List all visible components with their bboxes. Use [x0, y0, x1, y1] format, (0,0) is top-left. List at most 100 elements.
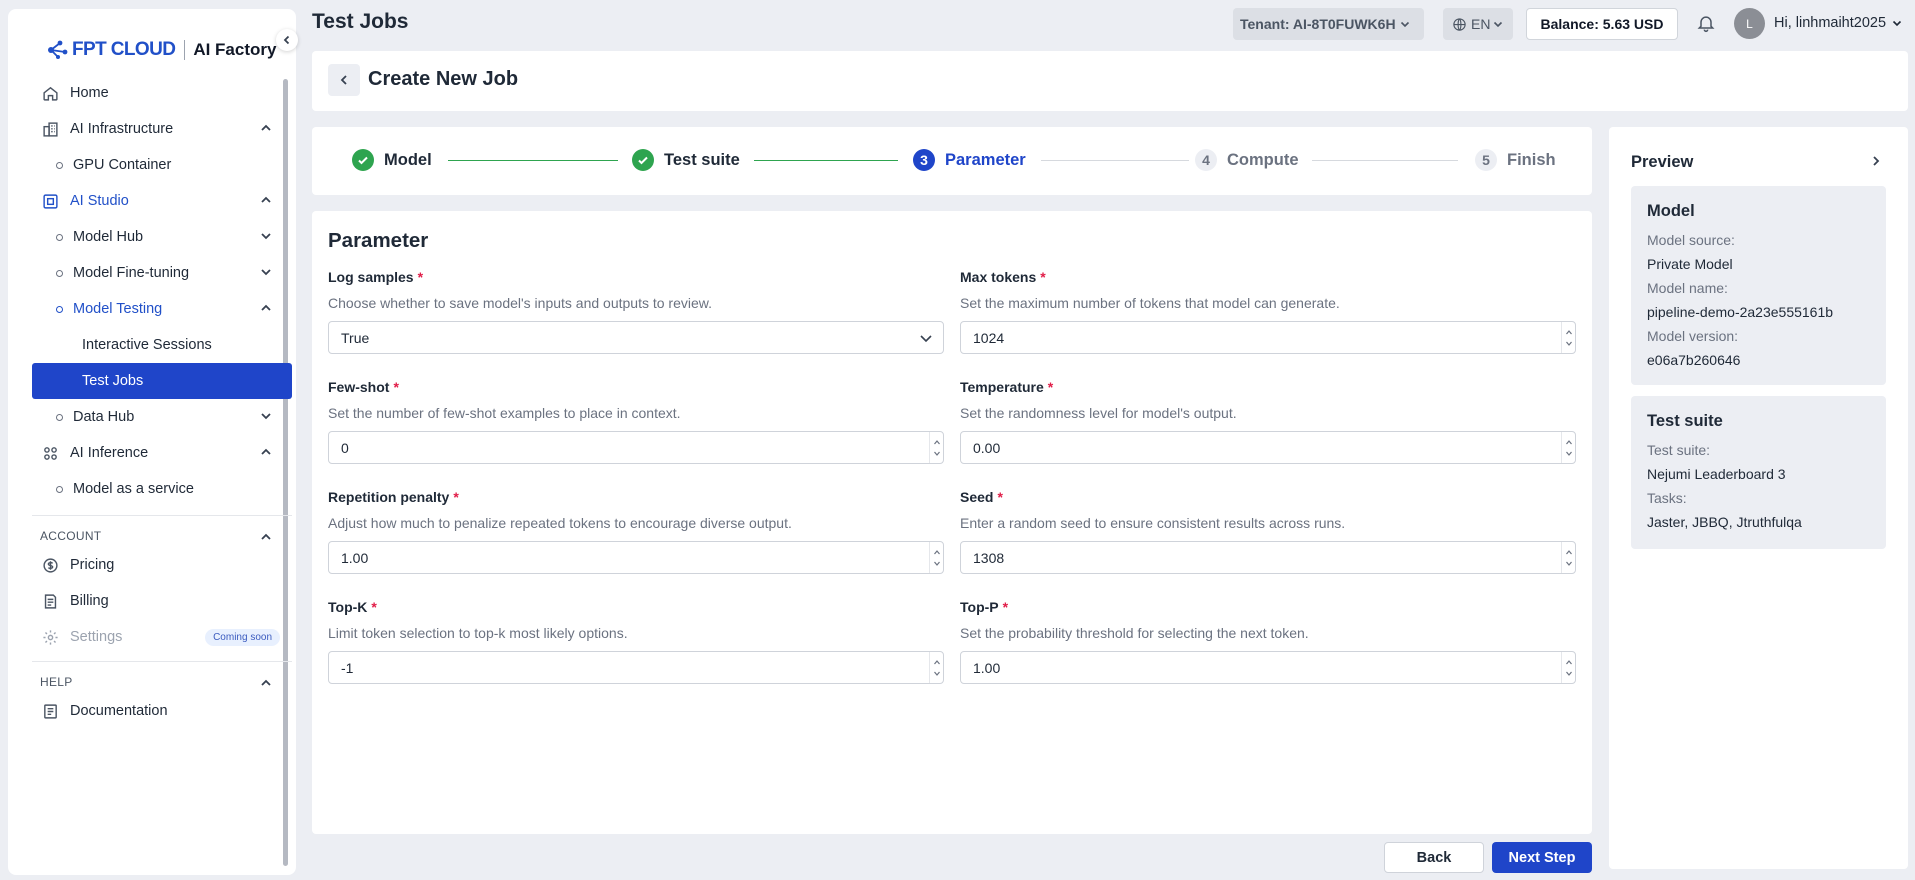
bell-icon[interactable] [1696, 13, 1716, 33]
field-label: Log samples * [328, 269, 944, 289]
field-label-text: Temperature [960, 379, 1044, 395]
input-value: 0 [341, 439, 349, 456]
sidebar-item-pricing[interactable]: Pricing [32, 547, 292, 583]
chevron-up-icon[interactable] [260, 677, 272, 689]
sidebar-item-label: AI Studio [70, 193, 129, 209]
stepper: Model Test suite 3 Parameter 4 Compute 5… [312, 127, 1592, 195]
field-label: Repetition penalty * [328, 489, 944, 509]
field-label: Max tokens * [960, 269, 1576, 289]
sidebar-item-ai-inference[interactable]: AI Inference [32, 435, 292, 471]
test-suite-label: Test suite: [1647, 442, 1711, 458]
sidebar-item-model-testing[interactable]: Model Testing [32, 291, 292, 327]
number-stepper[interactable] [1561, 542, 1575, 573]
number-stepper[interactable] [929, 432, 943, 463]
tenant-selector[interactable]: Tenant: AI-8T0FUWK6H [1233, 8, 1424, 40]
number-stepper[interactable] [1561, 652, 1575, 683]
sidebar-item-label: GPU Container [73, 157, 172, 173]
max-tokens-input[interactable]: 1024 [960, 321, 1576, 354]
product-name: AI Factory [193, 40, 277, 59]
chevron-down-icon [260, 266, 272, 278]
number-stepper[interactable] [1561, 432, 1575, 463]
dollar-icon [40, 555, 60, 575]
step-connector [1312, 160, 1458, 161]
sidebar-item-ai-infrastructure[interactable]: AI Infrastructure [32, 111, 292, 147]
few-shot-input[interactable]: 0 [328, 431, 944, 464]
sidebar-item-model-hub[interactable]: Model Hub [32, 219, 292, 255]
step-model[interactable]: Model [352, 149, 432, 171]
sidebar-divider [32, 515, 292, 516]
sidebar-item-label: Data Hub [73, 409, 135, 425]
chevron-right-icon[interactable] [1870, 155, 1882, 167]
step-finish[interactable]: 5 Finish [1475, 149, 1556, 171]
step-label: Parameter [945, 150, 1026, 169]
field-label: Seed * [960, 489, 1576, 509]
input-value: 1308 [973, 549, 1005, 566]
sidebar-item-label: Documentation [70, 703, 168, 719]
field-description: Set the probability threshold for select… [960, 625, 1309, 641]
home-icon [40, 83, 60, 103]
field-description: Set the randomness level for model's out… [960, 405, 1237, 421]
avatar[interactable]: L [1734, 8, 1765, 39]
sidebar-item-interactive-sessions[interactable]: Interactive Sessions [32, 327, 292, 363]
step-parameter[interactable]: 3 Parameter [913, 149, 1026, 171]
sidebar-item-documentation[interactable]: Documentation [32, 693, 292, 729]
sidebar-item-model-as-a-service[interactable]: Model as a service [32, 471, 292, 507]
bullet-icon [56, 269, 63, 277]
step-compute[interactable]: 4 Compute [1195, 149, 1299, 171]
page-title: Test Jobs [312, 10, 409, 33]
sidebar-item-home[interactable]: Home [32, 75, 292, 111]
chevron-up-icon[interactable] [260, 531, 272, 543]
sidebar-item-gpu-container[interactable]: GPU Container [32, 147, 292, 183]
temperature-input[interactable]: 0.00 [960, 431, 1576, 464]
step-test-suite[interactable]: Test suite [632, 149, 740, 171]
required-mark: * [1002, 599, 1009, 615]
seed-input[interactable]: 1308 [960, 541, 1576, 574]
tasks-label: Tasks: [1647, 490, 1687, 506]
preview-title: Preview [1631, 153, 1694, 171]
number-stepper[interactable] [929, 652, 943, 683]
field-description: Limit token selection to top-k most like… [328, 625, 628, 641]
next-step-button[interactable]: Next Step [1492, 842, 1592, 873]
top-k-input[interactable]: -1 [328, 651, 944, 684]
top-p-input[interactable]: 1.00 [960, 651, 1576, 684]
required-mark: * [1040, 269, 1046, 285]
create-job-title: Create New Job [368, 68, 519, 90]
bullet-icon [56, 233, 63, 241]
number-stepper[interactable] [929, 542, 943, 573]
step-connector [754, 160, 898, 161]
chevron-up-icon [260, 302, 272, 314]
sidebar-item-data-hub[interactable]: Data Hub [32, 399, 292, 435]
logo[interactable]: FPT CLOUD AI Factory [46, 35, 276, 65]
input-value: 1.00 [973, 659, 1001, 676]
sidebar-item-label: AI Infrastructure [70, 121, 174, 137]
receipt-icon [40, 591, 60, 611]
studio-icon [40, 191, 60, 211]
language-label: EN [1471, 16, 1491, 32]
language-selector[interactable]: EN [1443, 8, 1513, 40]
model-version-label: Model version: [1647, 328, 1739, 344]
field-label-text: Repetition penalty [328, 489, 450, 505]
sidebar-item-ai-studio[interactable]: AI Studio [32, 183, 292, 219]
preview-test-suite-heading: Test suite [1647, 412, 1723, 430]
bullet-icon [56, 485, 63, 493]
model-name-label: Model name: [1647, 280, 1728, 296]
user-menu[interactable]: Hi, linhmaiht2025 [1774, 15, 1902, 31]
log-samples-select[interactable]: True [328, 321, 944, 354]
input-value: 1024 [973, 329, 1005, 346]
repetition-penalty-input[interactable]: 1.00 [328, 541, 944, 574]
field-label: Few-shot * [328, 379, 944, 399]
back-arrow-button[interactable] [328, 64, 360, 96]
building-icon [40, 119, 60, 139]
sidebar-item-test-jobs[interactable]: Test Jobs [32, 363, 292, 399]
sidebar-item-billing[interactable]: Billing [32, 583, 292, 619]
step-label: Compute [1227, 150, 1299, 169]
number-stepper[interactable] [1561, 322, 1575, 353]
preview-panel: Preview Model Model source: Private Mode… [1609, 127, 1908, 869]
balance-display[interactable]: Balance: 5.63 USD [1526, 8, 1678, 40]
parameter-form: Parameter Log samples * Choose whether to… [312, 211, 1592, 834]
sidebar-collapse-button[interactable] [276, 29, 298, 51]
user-greeting: Hi, linhmaiht2025 [1774, 15, 1887, 31]
sidebar-item-model-fine-tuning[interactable]: Model Fine-tuning [32, 255, 292, 291]
field-description: Set the maximum number of tokens that mo… [960, 295, 1340, 311]
back-button[interactable]: Back [1384, 842, 1484, 873]
